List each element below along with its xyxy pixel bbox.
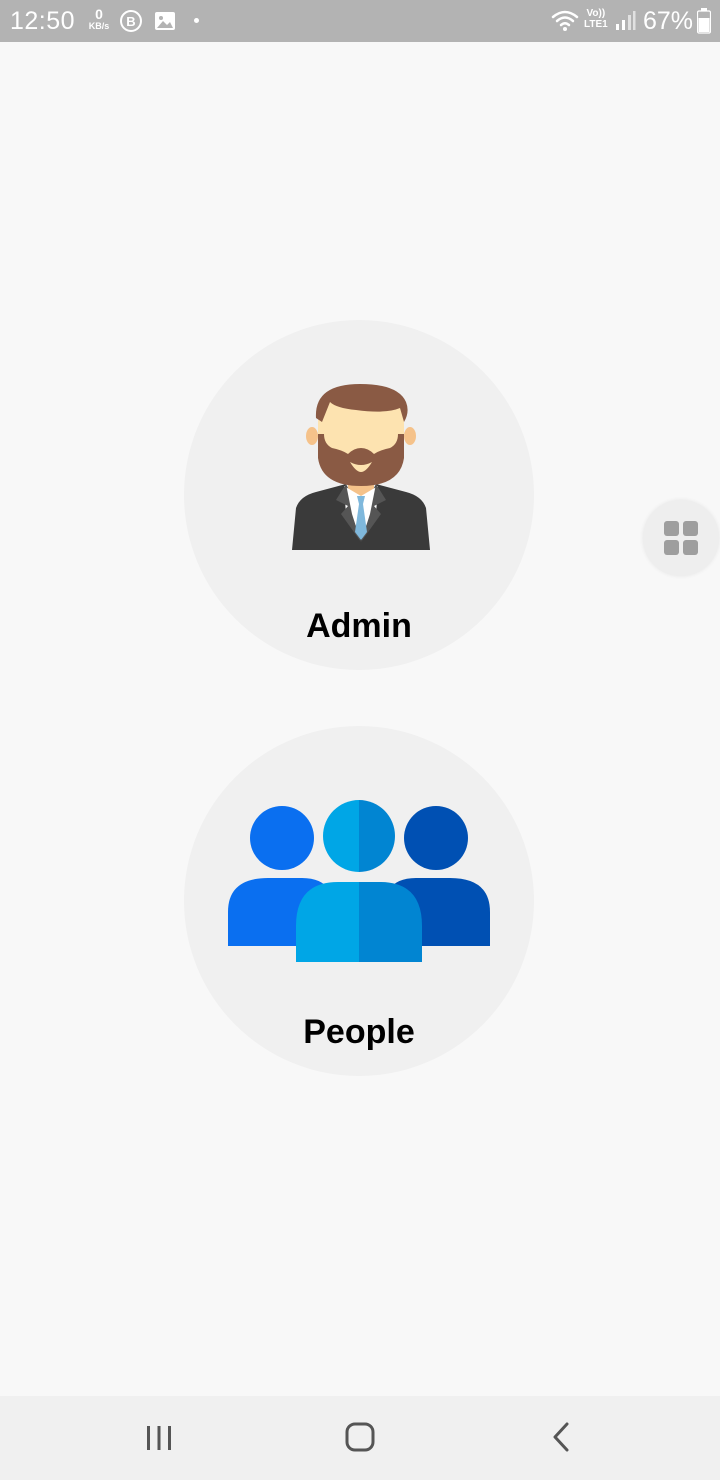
b-circle-icon: B bbox=[120, 10, 142, 32]
battery-icon bbox=[697, 8, 711, 34]
lte-indicator: Vo)) LTE1 bbox=[584, 8, 608, 30]
status-bar: 12:50 0 KB/s B Vo)) LTE1 67% bbox=[0, 0, 720, 42]
app-screen: 12:50 0 KB/s B Vo)) LTE1 67% Admin Peopl… bbox=[0, 0, 720, 1480]
notification-dot bbox=[194, 18, 199, 23]
back-icon bbox=[553, 1422, 569, 1452]
status-time: 12:50 bbox=[10, 7, 76, 35]
network-speed-unit: KB/s bbox=[88, 21, 110, 31]
people-label: People bbox=[303, 1013, 415, 1051]
signal-icon bbox=[616, 11, 636, 30]
home-button[interactable] bbox=[335, 1416, 385, 1460]
businessman-icon bbox=[292, 384, 430, 550]
people-button[interactable]: People bbox=[184, 726, 534, 1076]
admin-label: Admin bbox=[306, 607, 412, 645]
recent-apps-button[interactable] bbox=[134, 1416, 184, 1460]
battery-percentage: 67% bbox=[643, 7, 694, 35]
admin-button[interactable]: Admin bbox=[184, 320, 534, 670]
recent-apps-icon bbox=[147, 1426, 171, 1450]
floating-menu-button[interactable] bbox=[643, 500, 719, 576]
back-button[interactable] bbox=[536, 1416, 586, 1460]
network-speed-value: 0 bbox=[95, 6, 103, 22]
image-icon bbox=[155, 12, 175, 30]
grid-menu-icon bbox=[664, 521, 698, 555]
svg-text:B: B bbox=[126, 14, 135, 29]
lte-top-label: Vo)) bbox=[586, 8, 606, 19]
lte-bottom-label: LTE1 bbox=[584, 19, 608, 30]
group-people-icon bbox=[228, 800, 490, 962]
wifi-icon bbox=[551, 10, 579, 31]
home-icon bbox=[345, 1422, 375, 1452]
network-speed: 0 KB/s bbox=[86, 7, 112, 31]
navigation-bar bbox=[0, 1396, 720, 1480]
